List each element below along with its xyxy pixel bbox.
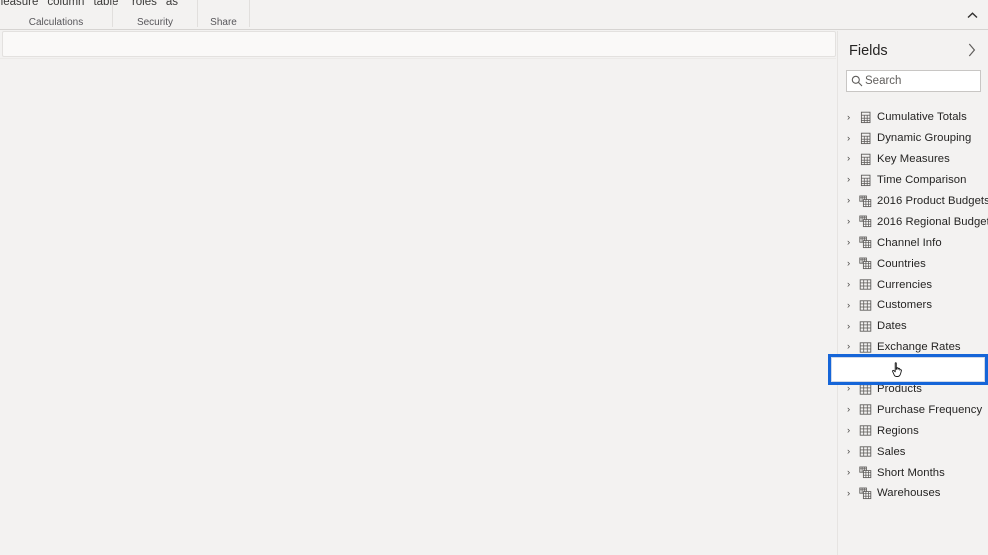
chevron-up-icon[interactable] <box>962 6 982 24</box>
field-list-item[interactable]: › Warehouses <box>838 483 988 504</box>
measure-table-icon <box>858 110 873 124</box>
field-list-item[interactable]: › Countries <box>838 253 988 274</box>
chevron-right-icon[interactable]: › <box>847 468 858 478</box>
selected-row-background <box>831 357 985 382</box>
field-list-item[interactable]: › Sales <box>838 441 988 462</box>
field-list-item-label: Regions <box>877 424 919 437</box>
table-icon <box>858 445 873 459</box>
fields-pane-header: Fields <box>838 37 988 65</box>
table-icon <box>858 319 873 333</box>
search-icon <box>851 75 863 87</box>
field-list-item[interactable]: › Regions <box>838 420 988 441</box>
power-bi-window: measure column table Calculations roles … <box>0 0 988 555</box>
report-canvas[interactable] <box>0 58 836 555</box>
ribbon-group-security-buttons: roles as <box>113 0 197 8</box>
manage-roles-button[interactable]: roles <box>132 0 157 8</box>
field-list-item-label: 2016 Product Budgets <box>877 195 988 207</box>
measure-table-icon <box>858 152 873 166</box>
ribbon-groups: measure column table Calculations roles … <box>0 0 988 30</box>
table-icon <box>858 424 873 438</box>
chevron-right-icon[interactable]: › <box>847 384 858 394</box>
field-list-item-label: Countries <box>877 257 926 270</box>
field-list-item-label: Sales <box>877 445 906 458</box>
chevron-right-icon[interactable]: › <box>847 489 858 499</box>
related-table-icon <box>858 236 873 250</box>
measure-table-icon <box>858 173 873 187</box>
new-column-button[interactable]: column <box>47 0 84 8</box>
ribbon-group-share-label: Share <box>210 17 237 28</box>
field-list-item-label: 2016 Regional Budget <box>877 215 988 228</box>
related-table-icon <box>858 486 873 500</box>
ribbon-group-calculations-buttons: measure column table <box>0 0 118 8</box>
field-list-item[interactable]: › Time Comparison <box>838 170 988 191</box>
table-icon <box>858 298 873 312</box>
chevron-right-icon[interactable]: › <box>847 175 858 185</box>
view-as-button[interactable]: as <box>166 0 178 8</box>
field-list-item[interactable]: › Exchange Rates <box>838 337 988 358</box>
chevron-right-icon[interactable]: › <box>847 280 858 290</box>
field-list-item-label: Key Measures <box>877 153 950 166</box>
fields-pane: Fields › Cumulative Totals › Dynamic Groupi… <box>837 31 988 555</box>
chevron-right-icon[interactable]: › <box>847 447 858 457</box>
field-list-item[interactable]: › Cumulative Totals <box>838 107 988 128</box>
table-icon <box>858 278 873 292</box>
field-list-item[interactable]: › 2016 Regional Budget <box>838 211 988 232</box>
chevron-right-icon[interactable]: › <box>847 196 858 206</box>
chevron-right-icon[interactable]: › <box>847 259 858 269</box>
table-icon <box>858 403 873 417</box>
chevron-right-icon[interactable]: › <box>847 426 858 436</box>
chevron-right-icon[interactable]: › <box>847 322 858 332</box>
field-list-item-label: Cumulative Totals <box>877 111 967 124</box>
field-list-item-label: Currencies <box>877 278 933 291</box>
field-list-item-label: Dates <box>877 320 907 333</box>
field-list-item-label: Time Comparison <box>877 174 967 187</box>
chevron-right-icon[interactable]: › <box>847 238 858 248</box>
field-list-item[interactable]: › Dates <box>838 316 988 337</box>
page-title: Fields <box>849 43 888 59</box>
field-list-item-label: Short Months <box>877 466 945 479</box>
field-list-item-label: Purchase Frequency <box>877 403 983 416</box>
ribbon-group-calculations: measure column table Calculations <box>0 0 118 30</box>
field-list-item[interactable]: › Channel Info <box>838 232 988 253</box>
field-list[interactable]: › Cumulative Totals › Dynamic Grouping › Key … <box>838 107 988 547</box>
field-list-item[interactable]: › Dynamic Grouping <box>838 128 988 149</box>
chevron-right-icon[interactable]: › <box>847 301 858 311</box>
chevron-right-icon[interactable]: › <box>847 134 858 144</box>
field-list-item-label: Channel Info <box>877 236 942 249</box>
ribbon-group-security-label: Security <box>136 17 174 28</box>
field-list-item[interactable]: › Purchase Frequency <box>838 399 988 420</box>
field-list-item-label: Warehouses <box>877 487 941 500</box>
search-box[interactable] <box>846 70 988 92</box>
search-input[interactable] <box>863 75 988 87</box>
new-measure-button[interactable]: measure <box>0 0 38 8</box>
measure-table-icon <box>858 131 873 145</box>
related-table-icon <box>858 466 873 480</box>
related-table-icon <box>858 215 873 229</box>
field-list-item[interactable]: › Short Months <box>838 462 988 483</box>
field-list-item-label: Dynamic Grouping <box>877 132 972 145</box>
chevron-right-icon[interactable]: › <box>847 217 858 227</box>
chevron-right-icon[interactable] <box>963 41 981 59</box>
ribbon-separator <box>249 0 250 27</box>
related-table-icon <box>858 257 873 271</box>
field-list-item-label: Products <box>877 383 922 396</box>
chevron-right-icon[interactable]: › <box>847 342 858 352</box>
chevron-right-icon[interactable]: › <box>847 113 858 123</box>
field-list-item[interactable]: › Customers <box>838 295 988 316</box>
chevron-right-icon[interactable]: › <box>847 405 858 415</box>
formula-bar[interactable] <box>2 31 836 57</box>
field-list-item-label: Exchange Rates <box>877 341 961 354</box>
ribbon: measure column table Calculations roles … <box>0 0 988 30</box>
field-list-item[interactable]: › Key Measures <box>838 149 988 170</box>
ribbon-group-security: roles as Security <box>113 0 197 30</box>
field-list-item-label: Customers <box>877 299 933 312</box>
table-icon <box>858 382 873 396</box>
field-list-item[interactable]: › 2016 Product Budgets <box>838 191 988 212</box>
related-table-icon <box>858 194 873 208</box>
ribbon-group-share: Share <box>198 0 249 30</box>
ribbon-group-calculations-label: Calculations <box>28 17 84 28</box>
field-list-item[interactable]: › Currencies <box>838 274 988 295</box>
table-icon <box>858 340 873 354</box>
chevron-right-icon[interactable]: › <box>847 154 858 164</box>
